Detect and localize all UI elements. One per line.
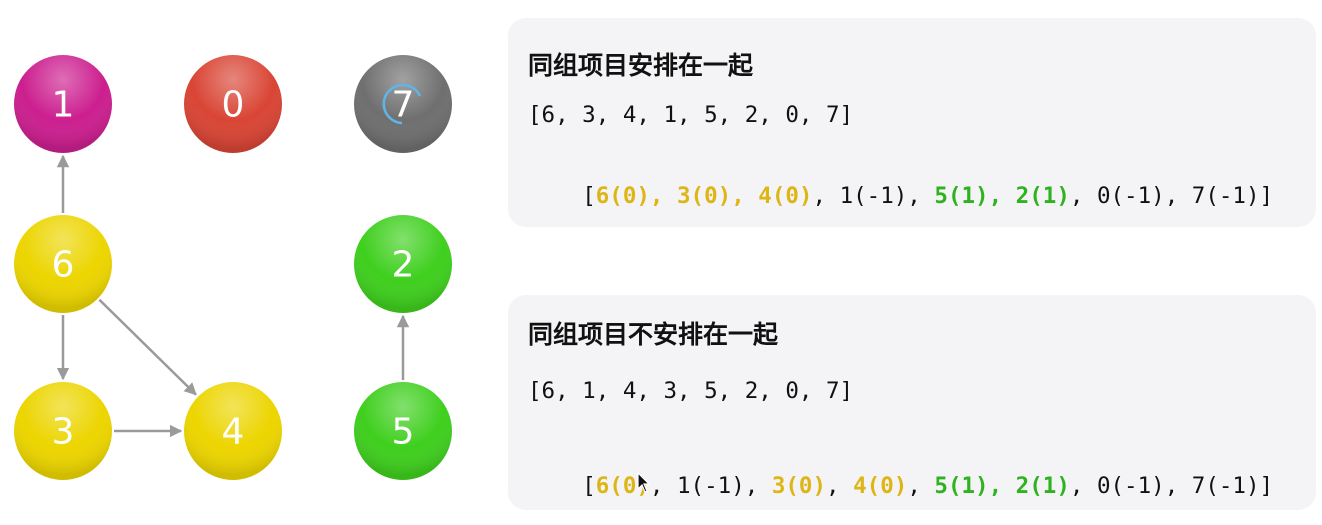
panel-title-together: 同组项目安排在一起 xyxy=(528,51,754,80)
group-1-segment: 5(1), 2(1) xyxy=(934,183,1070,209)
node-label: 0 xyxy=(222,85,245,126)
edge-6-to-4 xyxy=(98,298,197,396)
array-apart: [6, 1, 4, 3, 5, 2, 0, 7] xyxy=(528,378,854,404)
node-4: 4 xyxy=(184,382,282,480)
grouped-segment: , 0(-1), 7(-1)] xyxy=(1069,473,1274,499)
node-label: 5 xyxy=(392,412,415,453)
panel-title-apart: 同组项目不安排在一起 xyxy=(528,320,779,349)
node-1: 1 xyxy=(14,55,112,153)
node-label: 4 xyxy=(222,412,245,453)
grouped-segment: , 1(-1), xyxy=(812,183,935,209)
array-together-with-groups: [6(0), 3(0), 4(0), 1(-1), 5(1), 2(1), 0(… xyxy=(528,157,1273,235)
node-3: 3 xyxy=(14,382,112,480)
grouped-segment: [ xyxy=(582,473,596,499)
node-label: 6 xyxy=(52,245,75,286)
group-0-segment: 6(0), 3(0), 4(0) xyxy=(595,183,813,209)
node-label: 7 xyxy=(392,85,415,126)
grouped-segment: , xyxy=(826,473,854,499)
node-label: 1 xyxy=(52,85,75,126)
node-7: 7 xyxy=(354,55,452,153)
node-5: 5 xyxy=(354,382,452,480)
group-1-segment: 5(1), 2(1) xyxy=(934,473,1070,499)
grouped-segment: [ xyxy=(582,183,596,209)
mouse-cursor-icon xyxy=(637,472,651,493)
group-0-segment: 4(0) xyxy=(853,473,908,499)
array-together: [6, 3, 4, 1, 5, 2, 0, 7] xyxy=(528,102,854,128)
dependency-graph: 1 0 7 6 2 3 4 5 xyxy=(14,55,452,480)
panel-group-together: 同组项目安排在一起 [6, 3, 4, 1, 5, 2, 0, 7] [6(0)… xyxy=(508,18,1316,227)
grouped-segment: , 0(-1), 7(-1)] xyxy=(1069,183,1274,209)
node-6: 6 xyxy=(14,215,112,313)
group-0-segment: 3(0) xyxy=(771,473,827,499)
panel-group-apart: 同组项目不安排在一起 [6, 1, 4, 3, 5, 2, 0, 7] [6(0… xyxy=(508,295,1316,510)
node-2: 2 xyxy=(354,215,452,313)
grouped-segment: , 1(-1), xyxy=(649,473,772,499)
node-label: 3 xyxy=(52,412,75,453)
node-label: 2 xyxy=(392,245,415,286)
grouped-segment: , xyxy=(907,473,935,499)
node-0: 0 xyxy=(184,55,282,153)
